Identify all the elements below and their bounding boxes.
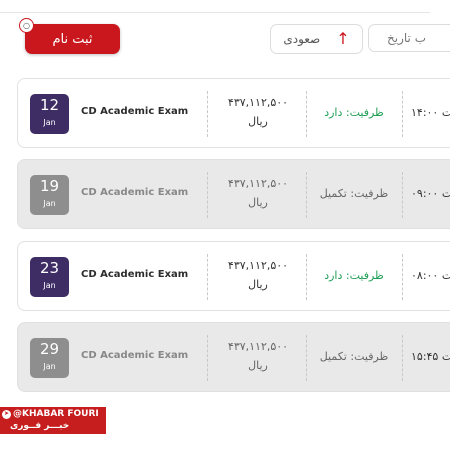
exam-day: 29 <box>39 340 60 358</box>
exam-name: CD Academic Exam <box>81 106 189 117</box>
card-divider <box>402 335 403 381</box>
exam-price: ۴۳۷,۱۱۲,۵۰۰ ریال <box>213 175 303 213</box>
arrow-up-icon: ↑ <box>336 29 350 48</box>
exam-capacity: ظرفیت: دارد <box>324 269 384 282</box>
exam-day: 12 <box>39 96 60 114</box>
date-filter-input[interactable]: ب تاریخ <box>368 24 450 52</box>
exam-price-currency: ریال <box>248 278 268 291</box>
card-divider <box>402 254 403 300</box>
exam-card[interactable]: 19 Jan CD Academic Exam ۴۳۷,۱۱۲,۵۰۰ ریال… <box>17 159 450 229</box>
card-divider <box>207 172 208 218</box>
exam-price-amount: ۴۳۷,۱۱۲,۵۰۰ <box>227 259 289 272</box>
exam-time: ت ۰۹:۰۰ <box>411 187 450 200</box>
date-filter-label: ب تاریخ <box>387 31 426 45</box>
exam-month: Jan <box>43 118 56 127</box>
exam-month: Jan <box>43 281 56 290</box>
exam-date-badge: 19 Jan <box>30 175 69 215</box>
exam-month: Jan <box>43 362 56 371</box>
exam-date-badge: 12 Jan <box>30 94 69 134</box>
exam-card[interactable]: 29 Jan CD Academic Exam ۴۳۷,۱۱۲,۵۰۰ ریال… <box>17 322 450 392</box>
card-divider <box>207 335 208 381</box>
watermark: ➤ @KHABAR FOURI خبـــر فــوری <box>0 407 106 434</box>
exam-price-amount: ۴۳۷,۱۱۲,۵۰۰ <box>227 96 289 109</box>
card-divider <box>402 172 403 218</box>
exam-name: CD Academic Exam <box>81 350 189 361</box>
top-divider <box>0 0 430 13</box>
exam-price-amount: ۴۳۷,۱۱۲,۵۰۰ <box>227 340 289 353</box>
register-button[interactable]: ثبت نام <box>25 24 120 54</box>
register-indicator-icon: ○ <box>19 18 34 33</box>
exam-time: ت ۱۴:۰۰ <box>411 106 450 119</box>
exam-price: ۴۳۷,۱۱۲,۵۰۰ ریال <box>213 94 303 132</box>
sort-order-label: صعودی <box>283 32 321 46</box>
exam-date-badge: 29 Jan <box>30 338 69 378</box>
exam-name: CD Academic Exam <box>81 187 189 198</box>
exam-capacity: ظرفیت: تکمیل <box>319 350 389 363</box>
card-divider <box>207 254 208 300</box>
exam-price-currency: ریال <box>248 359 268 372</box>
exam-day: 19 <box>39 177 60 195</box>
exam-day: 23 <box>39 259 60 277</box>
exam-card[interactable]: 12 Jan CD Academic Exam ۴۳۷,۱۱۲,۵۰۰ ریال… <box>17 78 450 148</box>
telegram-icon: ➤ <box>2 409 11 419</box>
exam-price: ۴۳۷,۱۱۲,۵۰۰ ریال <box>213 257 303 295</box>
exam-capacity: ظرفیت: دارد <box>324 106 384 119</box>
exam-price: ۴۳۷,۱۱۲,۵۰۰ ریال <box>213 338 303 376</box>
exam-capacity: ظرفیت: تکمیل <box>319 187 389 200</box>
watermark-handle: @KHABAR FOURI <box>13 409 99 419</box>
exam-time: ت ۰۸:۰۰ <box>411 269 450 282</box>
exam-price-currency: ریال <box>248 115 268 128</box>
card-divider <box>402 91 403 137</box>
card-divider <box>207 91 208 137</box>
exam-card[interactable]: 23 Jan CD Academic Exam ۴۳۷,۱۱۲,۵۰۰ ریال… <box>17 241 450 311</box>
exam-month: Jan <box>43 199 56 208</box>
exam-price-amount: ۴۳۷,۱۱۲,۵۰۰ <box>227 177 289 190</box>
register-button-label: ثبت نام <box>52 31 93 47</box>
exam-name: CD Academic Exam <box>81 269 189 280</box>
exam-time: ت ۱۵:۴۵ <box>411 350 450 363</box>
watermark-persian: خبـــر فــوری <box>10 421 70 431</box>
sort-order-button[interactable]: صعودی ↑ <box>270 24 363 54</box>
exam-price-currency: ریال <box>248 196 268 209</box>
exam-date-badge: 23 Jan <box>30 257 69 297</box>
